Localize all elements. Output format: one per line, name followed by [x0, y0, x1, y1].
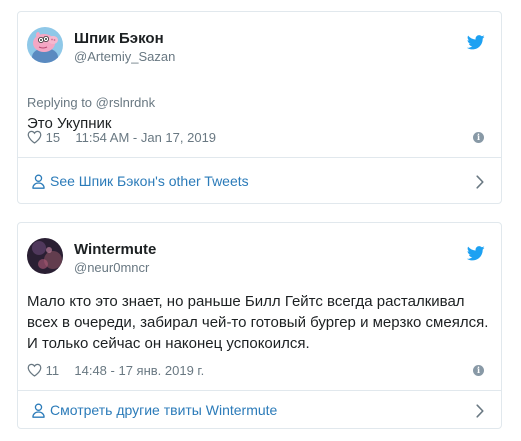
heart-icon[interactable]	[27, 130, 42, 144]
author-name[interactable]: Шпик Бэкон	[74, 30, 164, 47]
reply-context: Replying to @rslnrdnk	[27, 95, 155, 110]
author-name[interactable]: Wintermute	[74, 241, 156, 258]
other-tweets-label[interactable]: Смотреть другие твиты Wintermute	[50, 402, 277, 418]
tweet-header: Шпик Бэкон @Artemiy_Sazan	[27, 27, 491, 71]
reply-prefix: Replying to	[27, 95, 93, 110]
peppa-pig-avatar-icon	[27, 27, 63, 63]
tweet-text: Мало кто это знает, но раньше Билл Гейтс…	[27, 293, 489, 352]
tweet-meta: 15 11:54 AM - Jan 17, 2019	[27, 129, 216, 147]
tweet-card: Шпик Бэкон @Artemiy_Sazan Replying to @r…	[17, 11, 502, 204]
chevron-right-icon	[476, 404, 484, 418]
tweet-timestamp[interactable]: 11:54 AM - Jan 17, 2019	[75, 130, 216, 145]
dark-photo-avatar-icon	[27, 238, 63, 274]
other-tweets-link[interactable]: See Шпик Бэкон's other Tweets	[18, 158, 501, 204]
person-icon	[32, 174, 45, 189]
heart-icon[interactable]	[27, 363, 42, 377]
author-handle[interactable]: @Artemiy_Sazan	[74, 49, 175, 64]
tweet-meta: 11 14:48 - 17 янв. 2019 г.	[27, 362, 204, 380]
other-tweets-label[interactable]: See Шпик Бэкон's other Tweets	[50, 173, 249, 189]
other-tweets-link[interactable]: Смотреть другие твиты Wintermute	[18, 391, 501, 429]
tweet-header: Wintermute @neur0mncr	[27, 238, 491, 282]
avatar[interactable]	[27, 238, 63, 274]
info-icon[interactable]: i	[473, 365, 484, 376]
twitter-bird-icon[interactable]	[467, 35, 485, 50]
avatar[interactable]	[27, 27, 63, 63]
reply-handle-link[interactable]: @rslnrdnk	[96, 95, 155, 110]
person-icon	[32, 403, 45, 418]
tweet-timestamp[interactable]: 14:48 - 17 янв. 2019 г.	[74, 363, 204, 378]
like-count[interactable]: 15	[46, 130, 60, 145]
tweet-card: Wintermute @neur0mncr Мало кто это знает…	[17, 222, 502, 429]
like-count[interactable]: 11	[46, 363, 60, 378]
info-icon[interactable]: i	[473, 132, 484, 143]
twitter-bird-icon[interactable]	[467, 246, 485, 261]
chevron-right-icon	[476, 175, 484, 189]
author-handle[interactable]: @neur0mncr	[74, 260, 149, 275]
